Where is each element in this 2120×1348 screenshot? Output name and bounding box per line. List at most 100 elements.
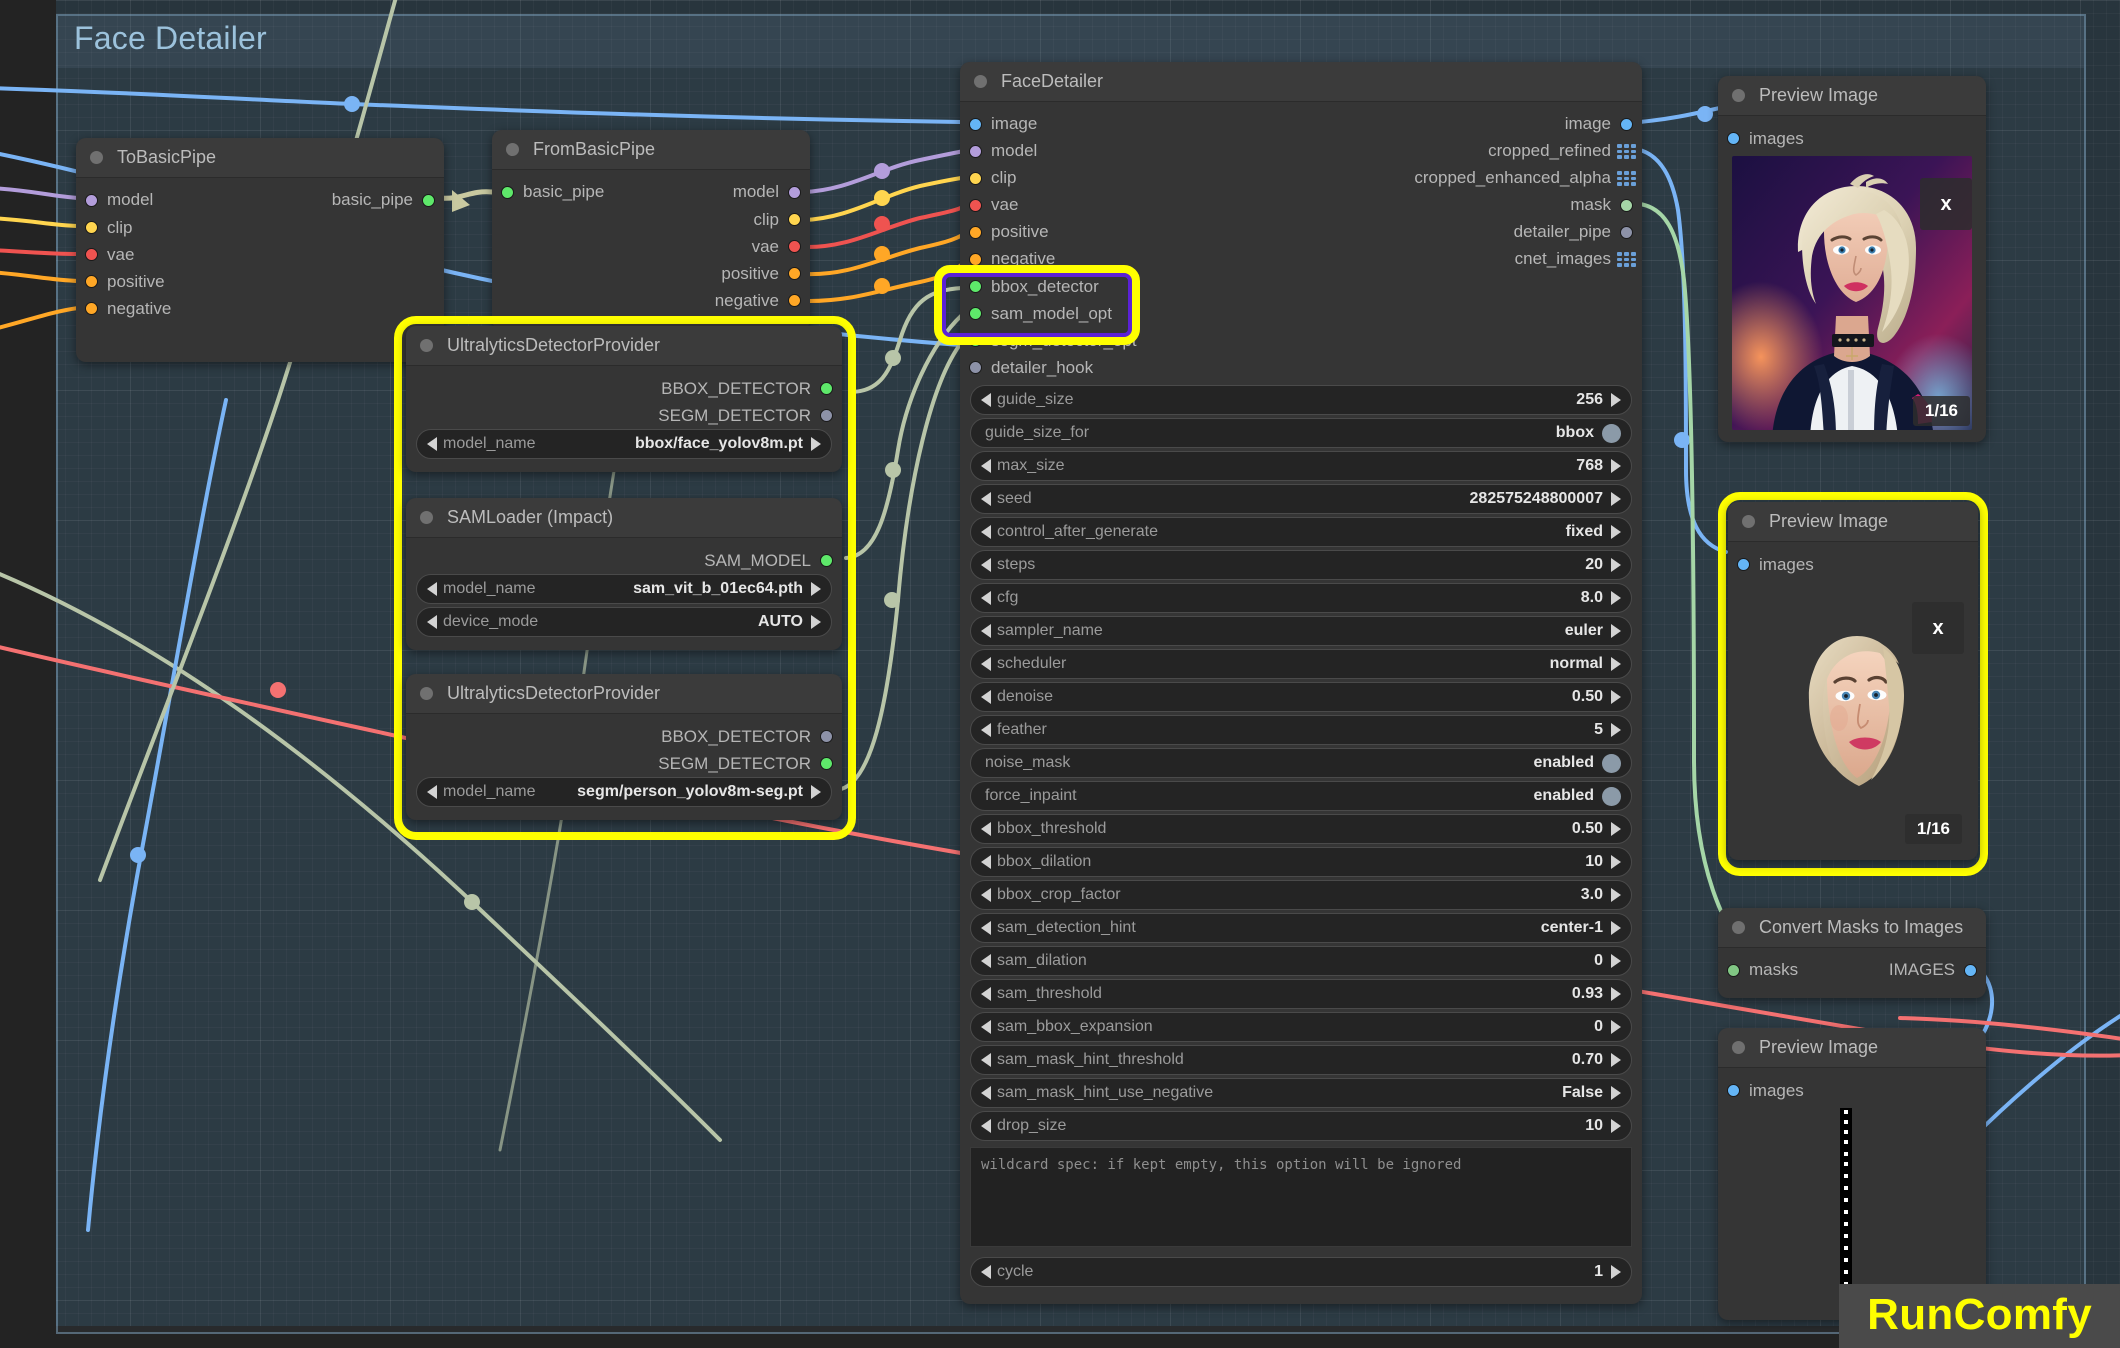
output-pin-clip[interactable] — [788, 213, 801, 226]
output-pin-segm-detector[interactable] — [820, 757, 833, 770]
decrement-arrow-icon[interactable] — [981, 459, 991, 473]
node-collapse-icon[interactable] — [90, 151, 103, 164]
output-pin-cropped-enhanced-alpha[interactable] — [1617, 171, 1636, 186]
input-pin-negative[interactable] — [969, 253, 982, 266]
node-face-detailer[interactable]: FaceDetailer image image model cropped_r… — [960, 62, 1642, 1304]
increment-arrow-icon[interactable] — [1611, 954, 1621, 968]
decrement-arrow-icon[interactable] — [981, 1086, 991, 1100]
increment-arrow-icon[interactable] — [1611, 888, 1621, 902]
increment-arrow-icon[interactable] — [1611, 1086, 1621, 1100]
decrement-arrow-icon[interactable] — [981, 393, 991, 407]
node-preview-image-1[interactable]: Preview Image images — [1718, 76, 1986, 442]
decrement-arrow-icon[interactable] — [981, 723, 991, 737]
node-header[interactable]: FromBasicPipe — [492, 130, 810, 170]
decrement-arrow-icon[interactable] — [427, 437, 437, 451]
increment-arrow-icon[interactable] — [1611, 1053, 1621, 1067]
widget-bbox-dilation[interactable]: bbox_dilation10 — [970, 847, 1632, 877]
node-collapse-icon[interactable] — [1732, 921, 1745, 934]
increment-arrow-icon[interactable] — [1611, 393, 1621, 407]
increment-arrow-icon[interactable] — [1611, 1020, 1621, 1034]
decrement-arrow-icon[interactable] — [981, 855, 991, 869]
widget-model-name[interactable]: model_name segm/person_yolov8m-seg.pt — [416, 777, 832, 807]
widget-bbox-threshold[interactable]: bbox_threshold0.50 — [970, 814, 1632, 844]
wildcard-textarea[interactable]: wildcard spec: if kept empty, this optio… — [970, 1147, 1632, 1247]
increment-arrow-icon[interactable] — [1611, 657, 1621, 671]
node-header[interactable]: SAMLoader (Impact) — [406, 498, 842, 538]
decrement-arrow-icon[interactable] — [981, 525, 991, 539]
decrement-arrow-icon[interactable] — [981, 591, 991, 605]
decrement-arrow-icon[interactable] — [981, 492, 991, 506]
increment-arrow-icon[interactable] — [1611, 624, 1621, 638]
input-pin-images[interactable] — [1727, 132, 1740, 145]
output-pin-cropped-refined[interactable] — [1617, 144, 1636, 159]
node-collapse-icon[interactable] — [420, 511, 433, 524]
node-preview-image-3[interactable]: Preview Image images — [1718, 1028, 1986, 1320]
input-pin-clip[interactable] — [85, 221, 98, 234]
input-pin-model[interactable] — [969, 145, 982, 158]
increment-arrow-icon[interactable] — [1611, 723, 1621, 737]
node-collapse-icon[interactable] — [506, 143, 519, 156]
widget-force-inpaint[interactable]: force_inpaintenabled — [970, 781, 1632, 811]
decrement-arrow-icon[interactable] — [427, 615, 437, 629]
input-pin-sam-model-opt[interactable] — [969, 307, 982, 320]
output-pin-cnet-images[interactable] — [1617, 252, 1636, 267]
node-collapse-icon[interactable] — [420, 687, 433, 700]
increment-arrow-icon[interactable] — [1611, 822, 1621, 836]
output-pin-sam-model[interactable] — [820, 554, 833, 567]
node-header[interactable]: Preview Image — [1718, 1028, 1986, 1068]
input-pin-image[interactable] — [969, 118, 982, 131]
widget-control-after-generate[interactable]: control_after_generatefixed — [970, 517, 1632, 547]
node-collapse-icon[interactable] — [1732, 89, 1745, 102]
widget-sam-bbox-expansion[interactable]: sam_bbox_expansion0 — [970, 1012, 1632, 1042]
increment-arrow-icon[interactable] — [811, 437, 821, 451]
output-pin-detailer-pipe[interactable] — [1620, 226, 1633, 239]
node-convert-masks-to-images[interactable]: Convert Masks to Images masks IMAGES — [1718, 908, 1986, 998]
node-ultralytics-detector-bbox[interactable]: UltralyticsDetectorProvider BBOX_DETECTO… — [406, 326, 842, 472]
output-pin-bbox-detector[interactable] — [820, 730, 833, 743]
comfyui-graph-canvas[interactable]: Face Detailer — [0, 0, 2120, 1348]
decrement-arrow-icon[interactable] — [981, 624, 991, 638]
widget-sam-mask-hint-use-negative[interactable]: sam_mask_hint_use_negativeFalse — [970, 1078, 1632, 1108]
widget-cfg[interactable]: cfg8.0 — [970, 583, 1632, 613]
node-header[interactable]: FaceDetailer — [960, 62, 1642, 102]
increment-arrow-icon[interactable] — [1611, 987, 1621, 1001]
preview-mask-strip-container[interactable] — [1718, 1108, 1986, 1308]
widget-sam-mask-hint-threshold[interactable]: sam_mask_hint_threshold0.70 — [970, 1045, 1632, 1075]
input-pin-positive[interactable] — [85, 275, 98, 288]
widget-guide-size-for[interactable]: guide_size_forbbox — [970, 418, 1632, 448]
increment-arrow-icon[interactable] — [1611, 1265, 1621, 1279]
input-pin-negative[interactable] — [85, 302, 98, 315]
widget-noise-mask[interactable]: noise_maskenabled — [970, 748, 1632, 778]
decrement-arrow-icon[interactable] — [981, 1265, 991, 1279]
output-pin-bbox-detector[interactable] — [820, 382, 833, 395]
preview-image-container[interactable]: x 1/16 — [1732, 156, 1972, 430]
node-header[interactable]: Convert Masks to Images — [1718, 908, 1986, 948]
widget-model-name[interactable]: model_name bbox/face_yolov8m.pt — [416, 429, 832, 459]
toggle-knob-icon[interactable] — [1602, 787, 1621, 806]
input-pin-positive[interactable] — [969, 226, 982, 239]
increment-arrow-icon[interactable] — [1611, 855, 1621, 869]
widget-cycle[interactable]: cycle 1 — [970, 1257, 1632, 1287]
node-collapse-icon[interactable] — [1732, 1041, 1745, 1054]
toggle-knob-icon[interactable] — [1602, 424, 1621, 443]
node-header[interactable]: Preview Image — [1728, 502, 1978, 542]
node-header[interactable]: Preview Image — [1718, 76, 1986, 116]
node-to-basic-pipe[interactable]: ToBasicPipe model basic_pipe clip vae po… — [76, 138, 444, 362]
increment-arrow-icon[interactable] — [1611, 492, 1621, 506]
widget-feather[interactable]: feather5 — [970, 715, 1632, 745]
widget-model-name[interactable]: model_name sam_vit_b_01ec64.pth — [416, 574, 832, 604]
increment-arrow-icon[interactable] — [1611, 921, 1621, 935]
node-sam-loader[interactable]: SAMLoader (Impact) SAM_MODEL model_name … — [406, 498, 842, 650]
widget-sam-dilation[interactable]: sam_dilation0 — [970, 946, 1632, 976]
input-pin-clip[interactable] — [969, 172, 982, 185]
widget-denoise[interactable]: denoise0.50 — [970, 682, 1632, 712]
decrement-arrow-icon[interactable] — [981, 921, 991, 935]
node-header[interactable]: UltralyticsDetectorProvider — [406, 326, 842, 366]
input-pin-vae[interactable] — [85, 248, 98, 261]
input-pin-images[interactable] — [1737, 558, 1750, 571]
input-pin-detailer-hook[interactable] — [969, 361, 982, 374]
output-pin-vae[interactable] — [788, 240, 801, 253]
increment-arrow-icon[interactable] — [811, 615, 821, 629]
decrement-arrow-icon[interactable] — [981, 558, 991, 572]
widget-device-mode[interactable]: device_mode AUTO — [416, 607, 832, 637]
